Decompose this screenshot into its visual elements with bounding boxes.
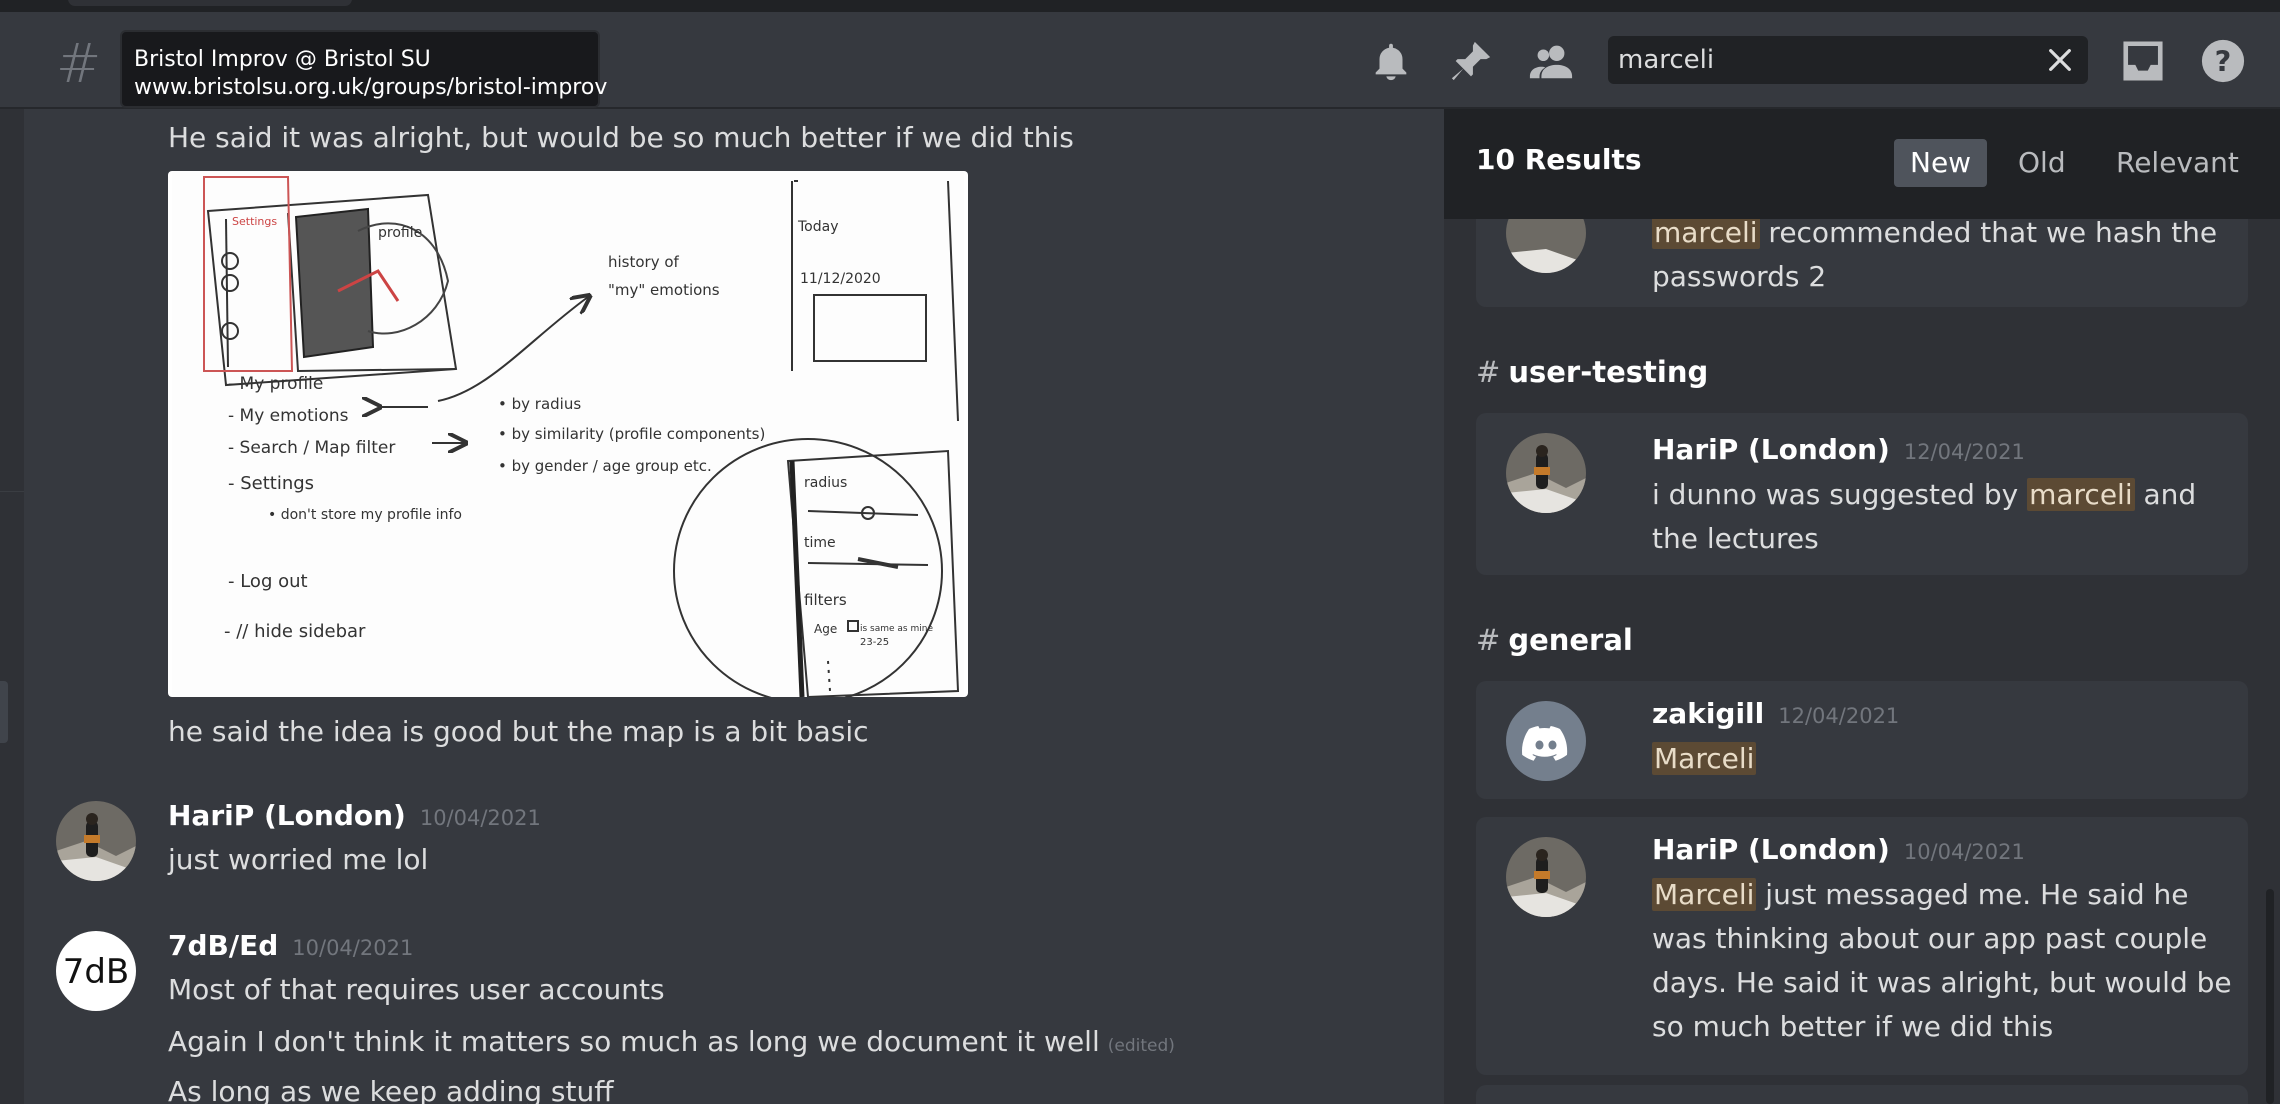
members-icon[interactable] <box>1528 38 1574 84</box>
channel-topic-tooltip: Bristol Improv @ Bristol SU www.bristols… <box>120 30 607 108</box>
result-text-part: recommended that we hash the <box>1759 216 2218 249</box>
svg-text:Settings: Settings <box>232 215 277 228</box>
sketch-label: filters <box>804 591 847 609</box>
sketch-label: • by gender / age group etc. <box>498 457 712 475</box>
search-result-card[interactable]: HariP (London) 10/04/2021 Marceli just me… <box>1476 817 2248 1075</box>
sketch-label: - Log out <box>228 571 308 592</box>
search-results-panel: 10 Results New Old Relevant marceli reco… <box>1444 109 2280 1104</box>
sketch-label: • by radius <box>498 395 581 413</box>
result-channel-heading[interactable]: # user-testing <box>1476 355 1708 389</box>
results-count: 10 Results <box>1476 143 1642 176</box>
message-timestamp: 10/04/2021 <box>292 936 414 960</box>
message-line: just worried me lol <box>168 843 429 876</box>
result-text: Marceli just messaged me. He said he was… <box>1652 873 2232 1049</box>
sidebar-divider <box>0 491 24 492</box>
left-sidebar-edge <box>0 109 24 1104</box>
search-highlight: Marceli <box>1652 878 1757 911</box>
message-timestamp: 10/04/2021 <box>419 806 541 830</box>
help-icon[interactable]: ? <box>2200 38 2246 84</box>
result-text: marceli recommended that we hash the pas… <box>1652 211 2232 299</box>
result-channel-heading[interactable]: # general <box>1476 623 1633 657</box>
sketch-label: 11/12/2020 <box>800 271 881 287</box>
sort-tab-old[interactable]: Old <box>2002 139 2082 187</box>
clear-search-icon[interactable] <box>2044 44 2076 76</box>
sketch-label: Today <box>797 219 839 235</box>
tooltip-url[interactable]: www.bristolsu.org.uk/groups/bristol-impr… <box>134 74 607 102</box>
search-highlight: marceli <box>1652 216 1760 249</box>
message-line: As long as we keep adding stuff <box>168 1075 614 1104</box>
sketch-label: 23-25 <box>860 637 889 648</box>
channel-name[interactable]: general <box>1508 623 1633 657</box>
sort-tab-relevant[interactable]: Relevant <box>2100 139 2255 187</box>
sketch-label: - Settings <box>228 473 314 494</box>
channel-hash-icon: # <box>56 32 102 95</box>
search-highlight: marceli <box>2027 478 2135 511</box>
svg-text:?: ? <box>2215 45 2232 79</box>
search-bar[interactable] <box>1608 36 2088 84</box>
result-text-part: i dunno was suggested by <box>1652 478 2028 511</box>
search-result-card[interactable]: HariP (London) 12/04/2021 i dunno was sug… <box>1476 413 2248 575</box>
message-author[interactable]: 7dB/Ed 10/04/2021 <box>168 929 413 962</box>
sort-tab-new[interactable]: New <box>1894 139 1988 187</box>
default-avatar-icon[interactable] <box>1506 701 1586 781</box>
sketch-label: - My profile <box>228 374 323 394</box>
author-name[interactable]: 7dB/Ed <box>168 929 278 962</box>
message-author[interactable]: HariP (London) 10/04/2021 <box>168 799 541 832</box>
channel-name[interactable]: user-testing <box>1508 355 1708 389</box>
avatar[interactable] <box>1506 433 1586 513</box>
sketch-label: "my" emotions <box>608 281 720 299</box>
results-scrollbar[interactable] <box>2266 889 2274 1104</box>
message-line: Most of that requires user accounts <box>168 973 665 1006</box>
sketch-label: Age <box>814 622 837 636</box>
result-text: Marceli <box>1652 737 2232 781</box>
result-timestamp: 10/04/2021 <box>1903 840 2025 864</box>
result-author[interactable]: zakigill 12/04/2021 <box>1652 697 1899 730</box>
message-line: He said it was alright, but would be so … <box>168 121 1074 154</box>
channel-header: # Bristol Improv @ Bristol SU www.bristo… <box>0 12 2280 109</box>
inbox-icon[interactable] <box>2120 38 2166 84</box>
sketch-label: - My emotions <box>228 406 349 426</box>
message-line: Again I don't think it matters so much a… <box>168 1025 1175 1058</box>
result-text-part: passwords 2 <box>1652 260 1827 293</box>
author-name[interactable]: zakigill <box>1652 697 1764 730</box>
sketch-label: • don't store my profile info <box>268 507 462 523</box>
sketch-label: - // hide sidebar <box>224 621 366 642</box>
search-input[interactable] <box>1618 42 2018 78</box>
sketch-label: profile <box>378 225 422 241</box>
author-name[interactable]: HariP (London) <box>1652 433 1890 466</box>
sketch-label: time <box>804 535 836 551</box>
bell-icon[interactable] <box>1368 38 1414 84</box>
sidebar-handle[interactable] <box>0 681 8 743</box>
edited-label: (edited) <box>1107 1036 1175 1056</box>
result-author[interactable]: HariP (London) 10/04/2021 <box>1652 833 2025 866</box>
search-result-card[interactable] <box>1476 1085 2248 1104</box>
sketch-label: radius <box>804 475 847 491</box>
author-name[interactable]: HariP (London) <box>168 799 406 832</box>
result-author[interactable]: HariP (London) 12/04/2021 <box>1652 433 2025 466</box>
avatar[interactable]: 7dB <box>56 931 136 1011</box>
sketch-attachment-image[interactable]: Settings profile history of "my" emotion… <box>168 171 968 697</box>
results-header: 10 Results New Old Relevant <box>1444 109 2280 219</box>
sketch-label: • by similarity (profile components) <box>498 425 765 443</box>
window-top-strip <box>0 0 2280 12</box>
search-highlight: Marceli <box>1652 742 1757 775</box>
result-text: i dunno was suggested by marceli and the… <box>1652 473 2232 561</box>
avatar[interactable] <box>1506 837 1586 917</box>
pin-icon[interactable] <box>1448 38 1494 84</box>
sketch-label: history of <box>608 253 680 271</box>
sketch-label: - Search / Map filter <box>228 438 395 458</box>
message-line: he said the idea is good but the map is … <box>168 715 869 748</box>
tab-pill[interactable] <box>68 0 352 6</box>
author-name[interactable]: HariP (London) <box>1652 833 1890 866</box>
chat-messages: He said it was alright, but would be so … <box>24 109 1420 1104</box>
avatar[interactable] <box>56 801 136 881</box>
result-timestamp: 12/04/2021 <box>1778 704 1900 728</box>
message-line-text: Again I don't think it matters so much a… <box>168 1025 1100 1058</box>
search-result-card[interactable]: zakigill 12/04/2021 Marceli <box>1476 681 2248 799</box>
avatar-text: 7dB <box>63 952 130 992</box>
tooltip-title: Bristol Improv @ Bristol SU <box>134 47 431 72</box>
sketch-label: is same as mine <box>860 624 933 634</box>
result-timestamp: 12/04/2021 <box>1903 440 2025 464</box>
